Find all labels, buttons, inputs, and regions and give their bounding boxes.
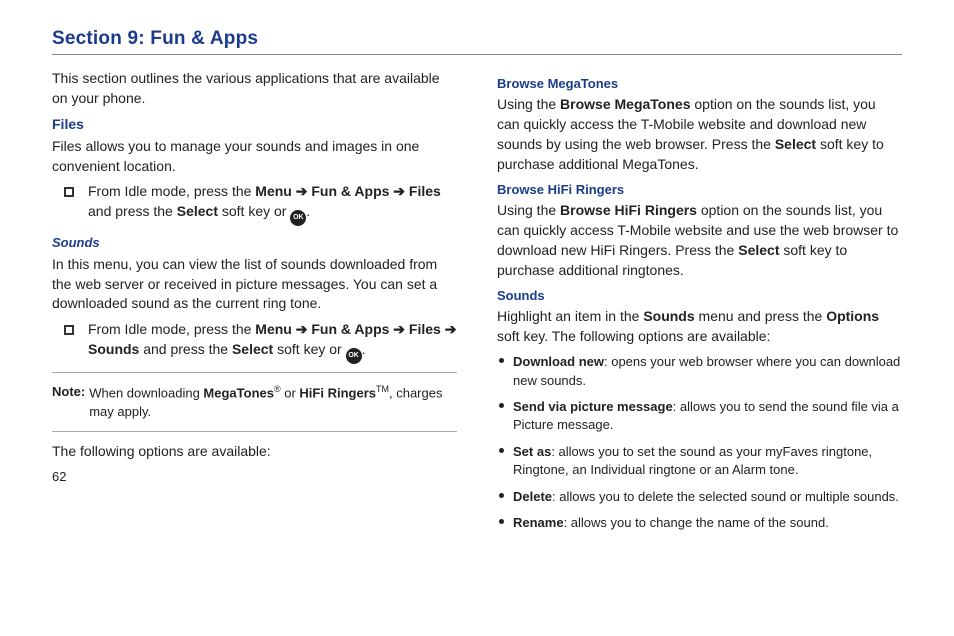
sounds-sub-text: Highlight an item in the Sounds menu and… [497, 307, 902, 347]
list-item: Set as: allows you to set the sound as y… [497, 443, 902, 480]
list-text: From Idle mode, press the Menu ➔ Fun & A… [88, 320, 457, 364]
list-item: Delete: allows you to delete the selecte… [497, 488, 902, 506]
intro-text: This section outlines the various applic… [52, 69, 457, 109]
divider [52, 431, 457, 432]
list-item: Rename: allows you to change the name of… [497, 514, 902, 532]
right-column: Browse MegaTones Using the Browse MegaTo… [497, 69, 902, 541]
browse-megatones-text: Using the Browse MegaTones option on the… [497, 95, 902, 175]
sounds-text: In this menu, you can view the list of s… [52, 255, 457, 315]
section-title: Section 9: Fun & Apps [52, 28, 902, 55]
list-text: From Idle mode, press the Menu ➔ Fun & A… [88, 182, 457, 226]
note-body: When downloading MegaTones® or HiFi Ring… [89, 383, 457, 421]
square-bullet-icon [64, 187, 74, 197]
divider [52, 372, 457, 373]
files-heading: Files [52, 115, 457, 135]
browse-hifi-text: Using the Browse HiFi Ringers option on … [497, 201, 902, 281]
sounds-heading: Sounds [52, 234, 457, 252]
browse-megatones-heading: Browse MegaTones [497, 75, 902, 93]
options-list: Download new: opens your web browser whe… [497, 353, 902, 533]
columns: This section outlines the various applic… [52, 69, 902, 541]
square-bullet-icon [64, 325, 74, 335]
page-number: 62 [52, 468, 457, 486]
note: Note: When downloading MegaTones® or HiF… [52, 383, 457, 421]
list-item: From Idle mode, press the Menu ➔ Fun & A… [64, 320, 457, 364]
list-item: Send via picture message: allows you to … [497, 398, 902, 435]
list-item: From Idle mode, press the Menu ➔ Fun & A… [64, 182, 457, 226]
browse-hifi-heading: Browse HiFi Ringers [497, 181, 902, 199]
sounds-sub-heading: Sounds [497, 287, 902, 305]
page: Section 9: Fun & Apps This section outli… [0, 0, 954, 559]
note-label: Note: [52, 383, 85, 421]
ok-icon: OK [290, 210, 306, 226]
options-text: The following options are available: [52, 442, 457, 462]
ok-icon: OK [346, 348, 362, 364]
list-item: Download new: opens your web browser whe… [497, 353, 902, 390]
files-text: Files allows you to manage your sounds a… [52, 137, 457, 177]
left-column: This section outlines the various applic… [52, 69, 457, 541]
